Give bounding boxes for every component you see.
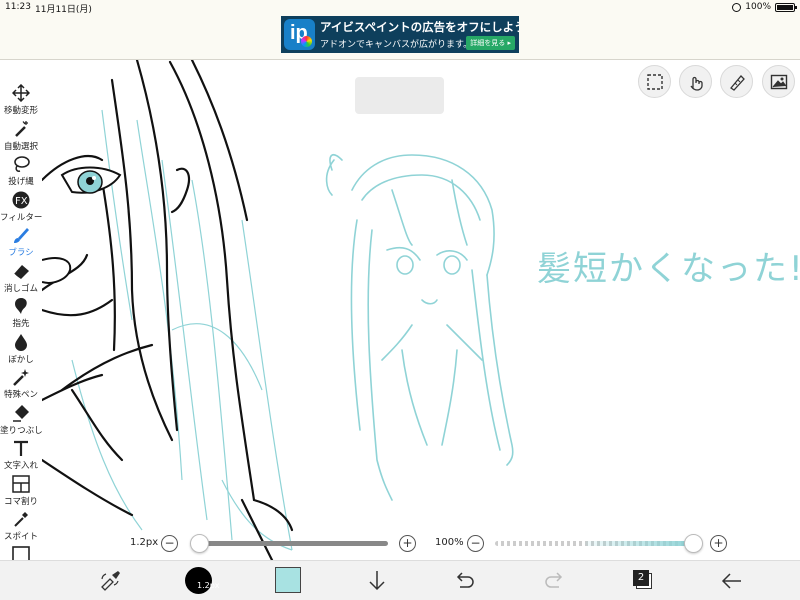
drop-icon: [12, 333, 30, 351]
tool-label: フィルター: [0, 212, 43, 223]
tool-label: 塗りつぶし: [0, 425, 43, 436]
redo-button[interactable]: [541, 569, 567, 593]
dashed-selection-icon: [647, 74, 663, 90]
tool-label: スポイト: [3, 532, 38, 542]
orientation-lock-icon: [732, 2, 742, 12]
tool-eyedropper-button[interactable]: スポイト: [0, 510, 42, 546]
tool-blur-button[interactable]: ぼかし: [0, 333, 42, 369]
status-time: 11:23: [5, 2, 31, 12]
drawn-eye: [60, 166, 122, 194]
opacity-decrease-button[interactable]: −: [467, 535, 484, 552]
layers-button[interactable]: 2: [630, 569, 656, 593]
opacity-slider-fill: [584, 541, 694, 546]
brush-size-preview-button[interactable]: 1.2px: [184, 567, 220, 594]
tool-brush-button[interactable]: ブラシ: [0, 226, 42, 262]
ad-banner[interactable]: ip アイビスペイントの広告をオフにしよう! アドオンでキャンバスが広がります。…: [281, 16, 519, 53]
ibis-paint-logo: ip: [284, 19, 315, 50]
image-icon: [770, 74, 788, 90]
left-arrow-icon: [721, 573, 741, 589]
size-decrease-button[interactable]: −: [161, 535, 178, 552]
move-arrows-icon: [11, 83, 31, 103]
bottom-toolbar: 1.2px 2: [0, 560, 800, 600]
eraser-icon: [12, 262, 30, 280]
battery-percent: 100%: [745, 2, 771, 12]
battery-icon: [775, 2, 797, 12]
gesture-button[interactable]: [679, 65, 712, 98]
cyan-sketch-figure: [325, 154, 514, 501]
layers-count: 2: [633, 570, 649, 586]
ruler-button[interactable]: [720, 65, 753, 98]
tool-label: ぼかし: [8, 354, 34, 365]
size-increase-button[interactable]: +: [399, 535, 416, 552]
current-color-swatch: [275, 567, 301, 593]
status-right: 100%: [732, 2, 797, 12]
bucket-icon: [12, 404, 30, 422]
eyedropper-icon: [12, 510, 30, 528]
tool-lasso-button[interactable]: 投げ縄: [0, 155, 42, 191]
tool-frame-button[interactable]: コマ割り: [0, 474, 42, 511]
tool-label: 移動変形: [3, 106, 38, 116]
svg-text:FX: FX: [15, 196, 28, 207]
drawn-mouth: [42, 257, 72, 284]
opacity-label: 100%: [435, 537, 464, 548]
download-button[interactable]: [364, 569, 390, 593]
status-date: 11月11日(月): [35, 5, 92, 15]
down-arrow-icon: [369, 571, 385, 591]
undo-icon: [456, 572, 474, 588]
tool-smudge-button[interactable]: 指先: [0, 297, 42, 333]
ad-subline: アドオンでキャンバスが広がります。: [320, 40, 473, 50]
status-bar: 11:23 11月11日(月) 100%: [0, 0, 800, 16]
redo-icon: [545, 572, 563, 588]
size-slider-knob[interactable]: [190, 534, 209, 553]
fx-icon: FX: [12, 191, 30, 209]
hand-touch-icon: [690, 76, 703, 91]
tool-sidebar: 移動変形自動選択投げ縄 FX フィルターブラシ消しゴム指先ぼかし特殊ペン塗りつぶし文…: [0, 60, 43, 600]
artwork: 髪短かくなった!: [42, 60, 800, 560]
text-icon: [12, 439, 30, 457]
drawing-canvas[interactable]: 髪短かくなった!: [42, 60, 800, 560]
brush-sliders: 1.2px − + 100% − +: [42, 530, 800, 556]
magic-wand-icon: [12, 120, 30, 138]
opacity-slider-knob[interactable]: [684, 534, 703, 553]
size-slider-track[interactable]: [192, 541, 388, 546]
tool-text-button[interactable]: 文字入れ: [0, 439, 42, 475]
ad-headline: アイビスペイントの広告をオフにしよう!: [320, 20, 519, 34]
tool-special-pen-button[interactable]: 特殊ペン: [0, 368, 42, 404]
handwritten-note: 髪短かくなった!: [537, 249, 800, 289]
tool-label: コマ割り: [3, 496, 38, 507]
brush-size-small-label: 1.2px: [197, 581, 220, 590]
tool-label: 投げ縄: [8, 177, 34, 187]
brush-size-label: 1.2px: [130, 537, 159, 548]
tool-label: 消しゴム: [3, 283, 38, 294]
brush-eraser-toggle-button[interactable]: [98, 569, 124, 593]
tool-label: 文字入れ: [3, 461, 38, 471]
pen-eraser-swap-icon: [101, 571, 120, 591]
opacity-increase-button[interactable]: +: [710, 535, 727, 552]
tool-label: ブラシ: [8, 248, 34, 258]
sparkle-pen-icon: [12, 368, 30, 386]
tool-eraser-button[interactable]: 消しゴム: [0, 262, 42, 298]
tool-filter-button[interactable]: FX フィルター: [0, 191, 42, 227]
color-button[interactable]: [275, 567, 301, 593]
tool-magic-wand-button[interactable]: 自動選択: [0, 120, 42, 156]
brush-icon: [12, 226, 30, 244]
tool-transform-button[interactable]: 移動変形: [0, 83, 42, 120]
back-button[interactable]: [719, 569, 745, 593]
ad-cta-button[interactable]: 詳細を見る ▸: [466, 36, 515, 50]
floating-panel[interactable]: [355, 77, 444, 114]
tool-label: 特殊ペン: [3, 390, 38, 400]
selection-button[interactable]: [638, 65, 671, 98]
lasso-icon: [12, 155, 30, 173]
tool-label: 自動選択: [3, 141, 38, 152]
ruler-icon: [730, 75, 745, 91]
tool-label: 指先: [12, 319, 30, 329]
finger-icon: [12, 297, 30, 315]
ad-band: ip アイビスペイントの広告をオフにしよう! アドオンでキャンバスが広がります。…: [0, 16, 800, 60]
material-button[interactable]: [762, 65, 795, 98]
undo-button[interactable]: [452, 569, 478, 593]
color-wheel-icon: [301, 36, 312, 47]
frame-icon: [12, 474, 30, 493]
tool-fill-button[interactable]: 塗りつぶし: [0, 404, 43, 440]
